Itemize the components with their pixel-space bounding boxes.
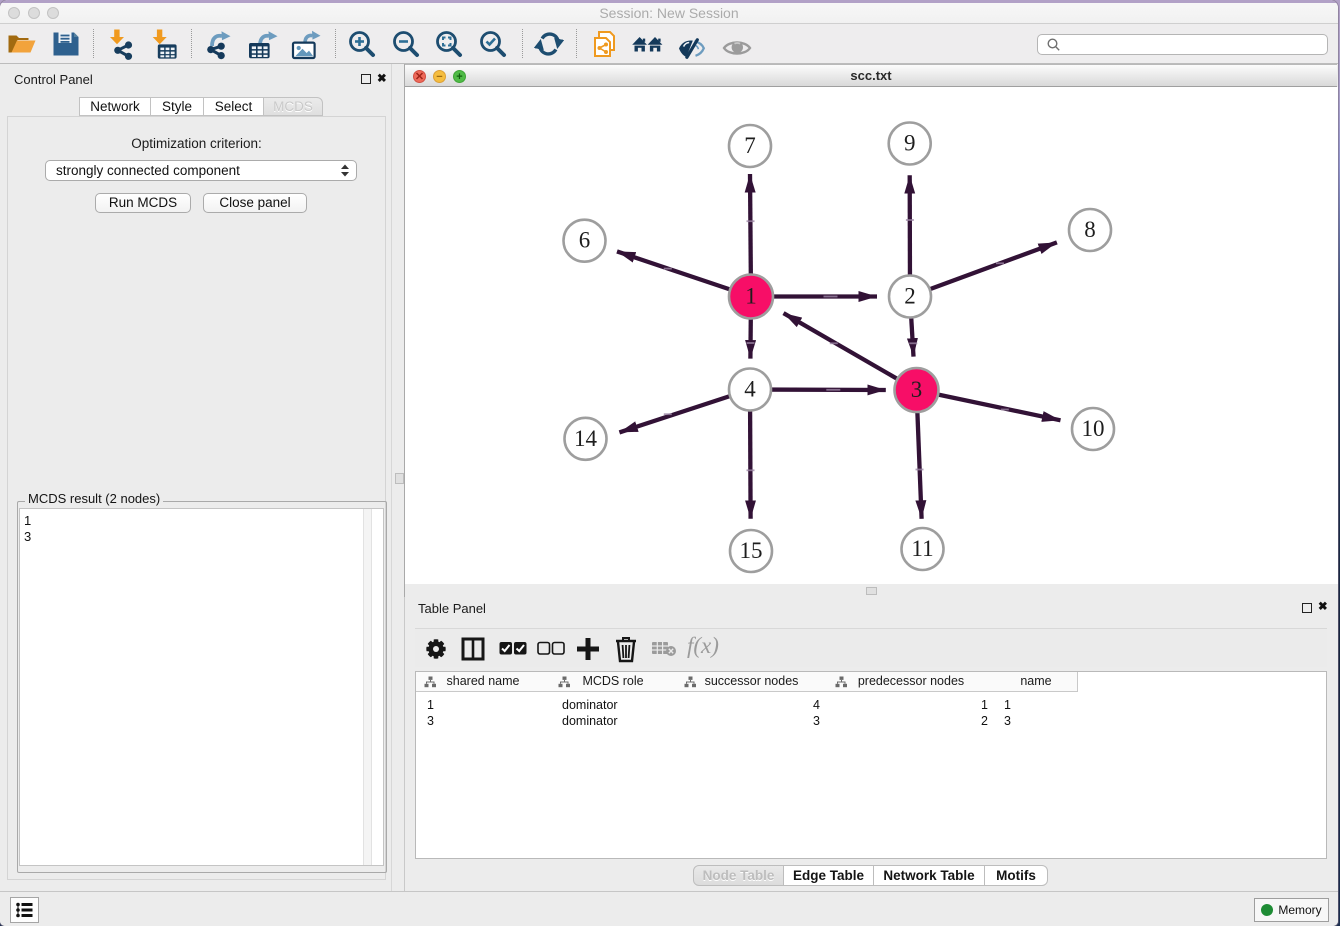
svg-text:10: 10 (1082, 416, 1105, 441)
svg-text:6: 6 (579, 228, 591, 253)
svg-text:3: 3 (911, 377, 923, 402)
svg-text:7: 7 (744, 133, 756, 158)
svg-text:11: 11 (911, 536, 933, 561)
svg-text:15: 15 (740, 538, 763, 563)
svg-text:14: 14 (574, 426, 598, 451)
svg-text:1: 1 (745, 284, 757, 309)
svg-text:2: 2 (904, 284, 916, 309)
svg-text:8: 8 (1084, 217, 1096, 242)
svg-text:9: 9 (904, 131, 916, 156)
svg-text:4: 4 (744, 377, 756, 402)
